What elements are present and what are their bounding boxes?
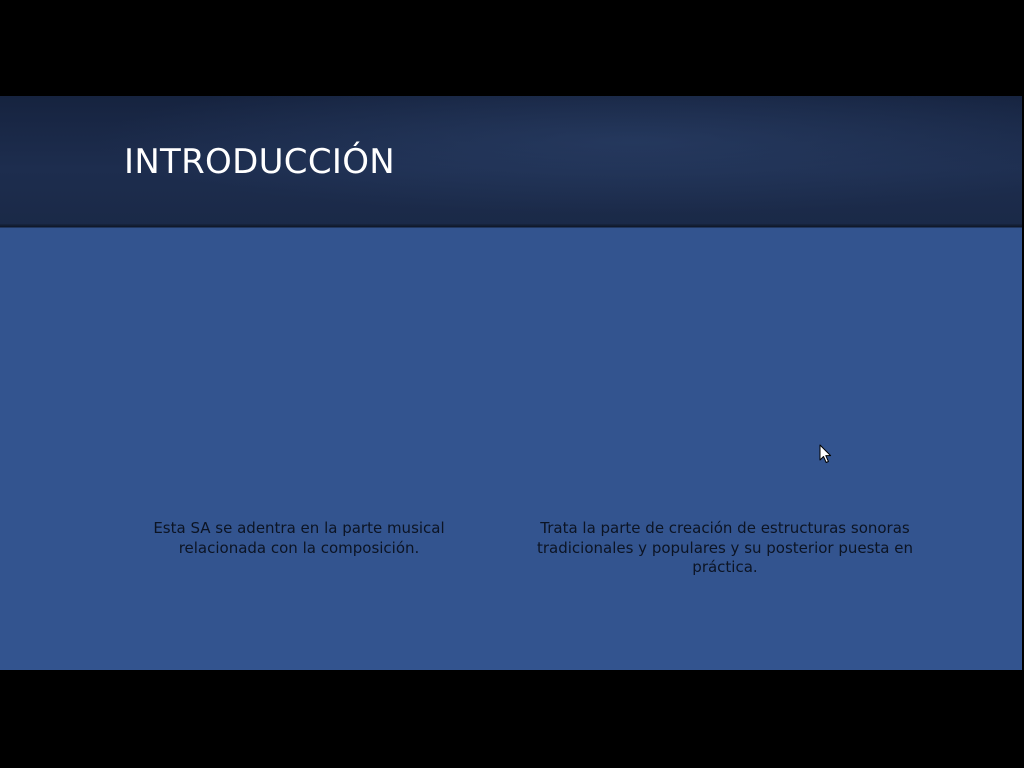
- slide-text-left: Esta SA se adentra en la parte musical r…: [153, 519, 445, 557]
- presentation-screen: INTRODUCCIÓN Esta SA se adentra en la pa…: [0, 0, 1024, 768]
- slide-title-band: INTRODUCCIÓN: [0, 96, 1022, 227]
- mouse-pointer-icon: [819, 444, 832, 463]
- slide-title: INTRODUCCIÓN: [124, 142, 395, 182]
- slide-text-right: Trata la parte de creación de estructura…: [536, 519, 914, 576]
- slide[interactable]: INTRODUCCIÓN Esta SA se adentra en la pa…: [0, 96, 1022, 670]
